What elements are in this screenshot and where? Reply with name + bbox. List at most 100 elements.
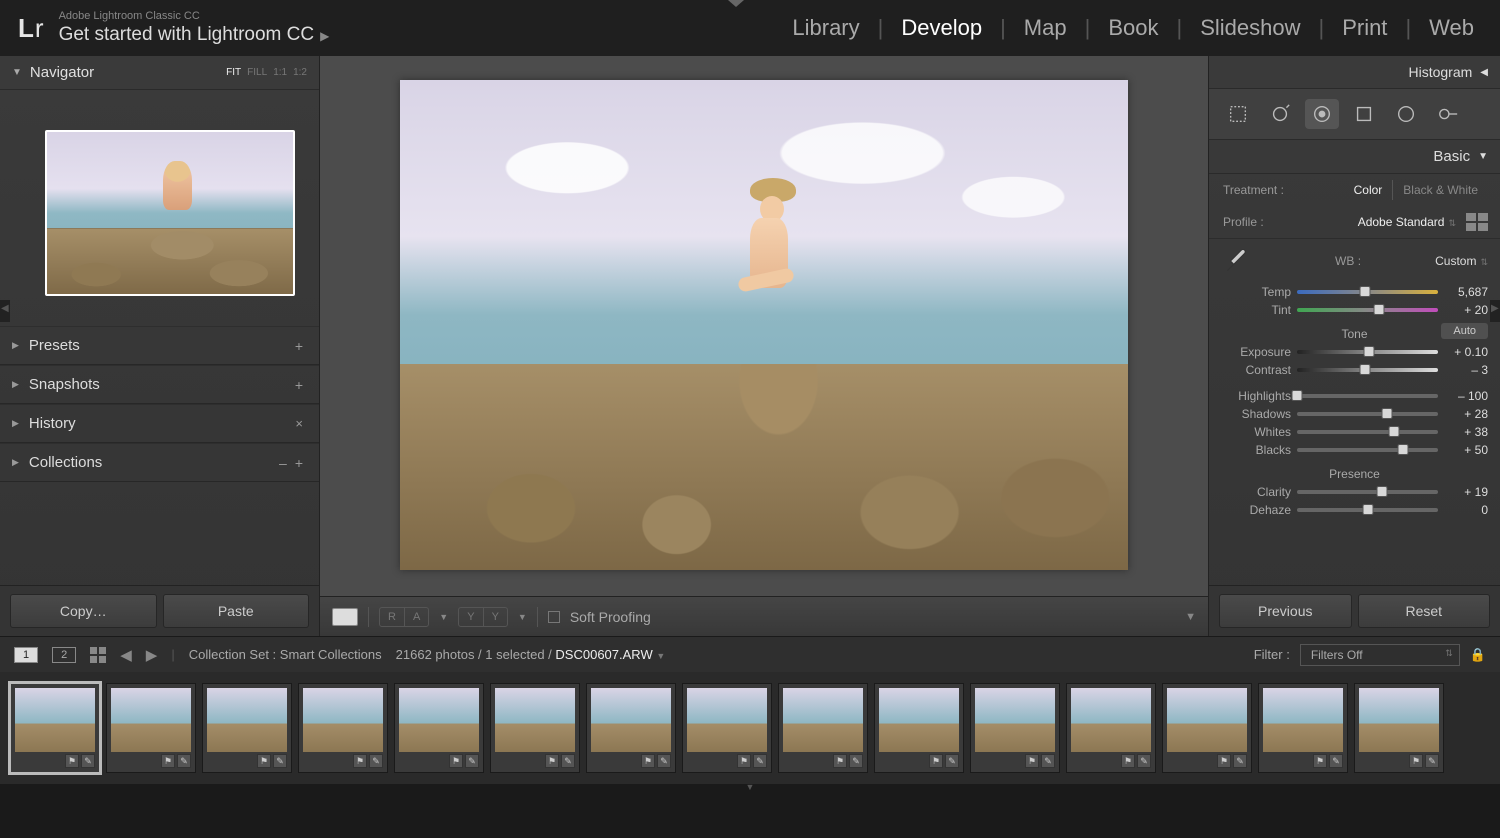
filmstrip-thumb[interactable]: ⚑✎ [1354,683,1444,773]
nav-back-icon[interactable]: ◀ [120,646,132,664]
clear-history-button[interactable]: × [291,416,307,431]
panel-collections[interactable]: ▶ Collections – + [0,443,319,482]
filmstrip-collapse-icon[interactable]: ▼ [0,784,1500,792]
nav-forward-icon[interactable]: ▶ [146,646,158,664]
navigator-zoom-modes: FIT FILL 1:1 1:2 [226,67,307,78]
crop-tool-icon[interactable] [1221,99,1255,129]
soft-proofing-label: Soft Proofing [570,609,651,625]
zoom-fill[interactable]: FILL [247,67,267,78]
right-panel-handle-icon[interactable] [1490,300,1500,322]
treatment-label: Treatment : [1223,183,1284,197]
treatment-color[interactable]: Color [1344,180,1393,200]
filmstrip-thumb[interactable]: ⚑✎ [1162,683,1252,773]
center-canvas-area: RA ▼ YY ▼ Soft Proofing ▼ [320,56,1208,636]
app-title-main[interactable]: Get started with Lightroom CC▶ [59,23,330,48]
profile-label: Profile : [1223,215,1264,229]
graduated-filter-icon[interactable] [1347,99,1381,129]
spot-tool-icon[interactable] [1263,99,1297,129]
basic-panel-header[interactable]: Basic▼ [1209,140,1500,174]
slider-temp[interactable]: Temp 5,687 [1209,283,1500,301]
redeye-tool-icon[interactable] [1305,99,1339,129]
collection-path[interactable]: Collection Set : Smart Collections [189,647,382,662]
radial-filter-icon[interactable] [1389,99,1423,129]
filter-lock-icon[interactable]: 🔒 [1470,647,1486,663]
filmstrip-thumb[interactable]: ⚑✎ [874,683,964,773]
soft-proofing-checkbox[interactable] [548,611,560,623]
filter-dropdown[interactable]: Filters Off⇅ [1300,644,1460,666]
treatment-bw[interactable]: Black & White [1392,180,1488,200]
navigator-thumbnail[interactable] [45,130,295,296]
navigator-header[interactable]: ▼ Navigator FIT FILL 1:1 1:2 [0,56,319,90]
app-header: Lr Adobe Lightroom Classic CC Get starte… [0,0,1500,56]
module-web[interactable]: Web [1421,11,1482,45]
auto-tone-button[interactable]: Auto [1441,323,1488,339]
module-map[interactable]: Map [1016,11,1075,45]
slider-exposure[interactable]: Exposure + 0.10 [1209,343,1500,361]
slider-blacks[interactable]: Blacks + 50 [1209,441,1500,459]
module-picker: Library| Develop| Map| Book| Slideshow| … [784,11,1482,45]
copy-button[interactable]: Copy… [10,594,157,628]
add-preset-button[interactable]: + [291,338,307,354]
zoom-1-2[interactable]: 1:2 [293,67,307,78]
filmstrip-thumb[interactable]: ⚑✎ [106,683,196,773]
slider-whites[interactable]: Whites + 38 [1209,423,1500,441]
before-after-toggle[interactable]: RA [379,607,429,627]
module-develop[interactable]: Develop [893,11,990,45]
slider-highlights[interactable]: Highlights – 100 [1209,387,1500,405]
filmstrip-thumb[interactable]: ⚑✎ [10,683,100,773]
filmstrip-thumb[interactable]: ⚑✎ [490,683,580,773]
chevron-left-icon: ◀ [1480,67,1488,78]
toolbar-expand-icon[interactable]: ▼ [1185,611,1196,623]
slider-dehaze[interactable]: Dehaze 0 [1209,501,1500,519]
filmstrip-thumb[interactable]: ⚑✎ [1066,683,1156,773]
compare-toggle[interactable]: YY [458,607,508,627]
histogram-header[interactable]: Histogram◀ [1209,56,1500,89]
zoom-fit[interactable]: FIT [226,67,241,78]
chevron-right-icon: ▶ [320,29,329,43]
module-library[interactable]: Library [784,11,867,45]
add-collection-button[interactable]: + [291,455,307,471]
wb-dropdown[interactable]: Custom⇅ [1435,254,1488,268]
reset-button[interactable]: Reset [1358,594,1491,628]
filmstrip-thumb[interactable]: ⚑✎ [682,683,772,773]
panel-presets[interactable]: ▶ Presets + [0,326,319,365]
right-panel: Histogram◀ Basic▼ Treatment : Color Blac… [1208,56,1500,636]
previous-button[interactable]: Previous [1219,594,1352,628]
slider-contrast[interactable]: Contrast – 3 [1209,361,1500,379]
loupe-image[interactable] [400,80,1128,570]
filmstrip-thumb[interactable]: ⚑✎ [298,683,388,773]
secondary-display-2[interactable]: 2 [52,647,76,663]
remove-collection-button[interactable]: – [275,455,291,471]
filmstrip-thumb[interactable]: ⚑✎ [970,683,1060,773]
slider-clarity[interactable]: Clarity + 19 [1209,483,1500,501]
photo-count: 21662 photos / 1 selected / DSC00607.ARW… [396,647,666,662]
filmstrip-thumb[interactable]: ⚑✎ [1258,683,1348,773]
chevron-right-icon: ▶ [12,340,19,351]
slider-shadows[interactable]: Shadows + 28 [1209,405,1500,423]
add-snapshot-button[interactable]: + [291,377,307,393]
loupe-view-icon[interactable] [332,608,358,626]
secondary-display-1[interactable]: 1 [14,647,38,663]
filmstrip-thumb[interactable]: ⚑✎ [394,683,484,773]
slider-tint[interactable]: Tint + 20 [1209,301,1500,319]
filmstrip-thumb[interactable]: ⚑✎ [778,683,868,773]
panel-history[interactable]: ▶ History × [0,404,319,443]
module-print[interactable]: Print [1334,11,1395,45]
navigator-title: Navigator [30,64,226,81]
profile-dropdown[interactable]: Adobe Standard⇅ [1348,212,1466,232]
wb-eyedropper-icon[interactable] [1221,245,1253,277]
filmstrip[interactable]: ⚑✎⚑✎⚑✎⚑✎⚑✎⚑✎⚑✎⚑✎⚑✎⚑✎⚑✎⚑✎⚑✎⚑✎⚑✎ [0,672,1500,784]
filter-label: Filter : [1254,647,1290,662]
grid-view-icon[interactable] [90,647,106,663]
module-book[interactable]: Book [1100,11,1166,45]
left-panel-handle-icon[interactable] [0,300,10,322]
filmstrip-thumb[interactable]: ⚑✎ [586,683,676,773]
panel-snapshots[interactable]: ▶ Snapshots + [0,365,319,404]
profile-browser-icon[interactable] [1466,213,1488,231]
zoom-1-1[interactable]: 1:1 [273,67,287,78]
brush-tool-icon[interactable] [1431,99,1465,129]
paste-button[interactable]: Paste [163,594,310,628]
chevron-down-icon: ▼ [12,67,22,78]
filmstrip-thumb[interactable]: ⚑✎ [202,683,292,773]
module-slideshow[interactable]: Slideshow [1192,11,1308,45]
